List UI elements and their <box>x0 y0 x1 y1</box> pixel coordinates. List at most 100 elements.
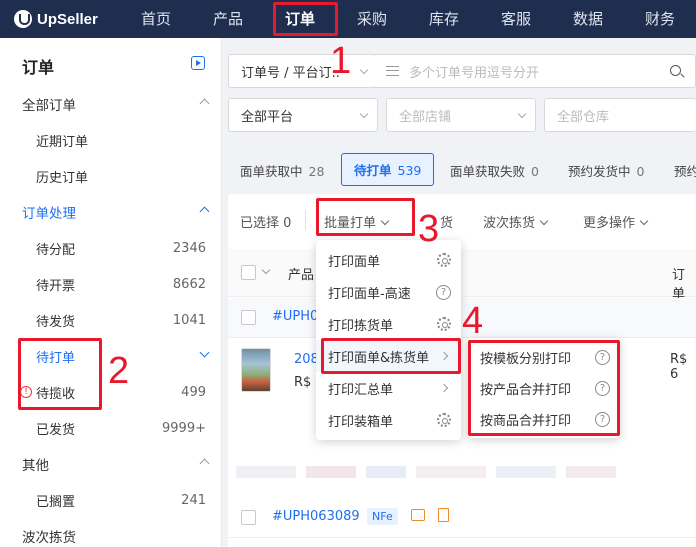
chevron-down-icon <box>517 109 527 119</box>
sidebar-item-label: 近期订单 <box>36 134 89 150</box>
tab-label: 预约 <box>674 164 696 179</box>
order-number-search-input[interactable]: 多个订单号用逗号分开 <box>374 54 696 88</box>
menu-item-print-label[interactable]: 打印面单 <box>316 244 461 276</box>
warehouse-select[interactable]: 全部仓库 <box>544 98 696 132</box>
annotation-box-4a <box>321 338 461 374</box>
sidebar-group-all-orders[interactable]: 全部订单 <box>0 86 222 122</box>
tab-label-fetching[interactable]: 面单获取中 28 <box>240 161 324 180</box>
order-number-type-select[interactable]: 订单号 / 平台订.. <box>228 54 378 88</box>
gear-icon[interactable] <box>437 317 451 331</box>
select-all-checkbox[interactable] <box>241 265 256 280</box>
nav-data[interactable]: 数据 <box>552 0 624 38</box>
annotation-box-1 <box>273 2 338 36</box>
menu-item-label: 打印面单-高速 <box>328 286 411 302</box>
annotation-box-4b <box>468 340 620 436</box>
menu-item-print-summary[interactable]: 打印汇总单 <box>316 372 461 404</box>
product-price: R$ <box>294 375 312 390</box>
tab-label: 面单获取失败 <box>450 164 526 179</box>
sidebar-item-count: 241 <box>181 492 206 508</box>
tab-count: 0 <box>636 164 645 179</box>
nfe-badge: NFe <box>367 508 398 525</box>
select-value: 全部平台 <box>241 109 294 125</box>
chevron-down-icon <box>199 347 210 358</box>
tab-scheduled-shipping[interactable]: 预约发货中 0 <box>568 161 644 180</box>
multi-line-icon <box>386 66 399 76</box>
row-checkbox[interactable] <box>241 310 256 325</box>
menu-item-label: 打印装箱单 <box>328 414 394 430</box>
search-icon[interactable] <box>670 65 681 76</box>
tab-count: 28 <box>308 164 325 179</box>
brand-logo[interactable]: UpSeller <box>0 10 120 28</box>
sidebar-item-history-orders[interactable]: 历史订单 <box>0 158 222 194</box>
platform-select[interactable]: 全部平台 <box>228 98 378 132</box>
sidebar-item-count: 9999+ <box>162 420 206 436</box>
sidebar-item-label: 待开票 <box>36 278 76 294</box>
sidebar-group-other[interactable]: 其他 <box>0 446 222 482</box>
nav-purchase[interactable]: 采购 <box>336 0 408 38</box>
sidebar-item-on-hold[interactable]: 已搁置 241 <box>0 482 222 518</box>
main-content: 订单号 / 平台订.. 多个订单号用逗号分开 全部平台 全部店铺 全部仓库 面单… <box>228 38 696 547</box>
sidebar-item-shipped[interactable]: 已发货 9999+ <box>0 410 222 446</box>
sidebar-item-count: 499 <box>181 384 206 400</box>
sidebar-title: 订单 <box>22 58 55 77</box>
menu-item-print-pick-list[interactable]: 打印拣货单 <box>316 308 461 340</box>
order-number-link[interactable]: #UPH063089 <box>272 509 360 524</box>
tab-label-failed[interactable]: 面单获取失败 0 <box>450 161 539 180</box>
chevron-up-icon <box>199 206 210 217</box>
order-panel: 已选择 0 批量打单 货 波次拣货 更多操作 产品 订单 #UPH0 208 R… <box>228 194 696 547</box>
button-label: 波次拣货 <box>483 216 536 231</box>
menu-item-print-packing-list[interactable]: 打印装箱单 <box>316 404 461 436</box>
table-header: 产品 订单 <box>228 249 696 302</box>
select-placeholder: 全部仓库 <box>557 109 610 125</box>
sidebar-item-recent-orders[interactable]: 近期订单 <box>0 122 222 158</box>
sidebar-item-to-invoice[interactable]: 待开票 8662 <box>0 266 222 302</box>
select-placeholder: 全部店铺 <box>399 109 452 125</box>
search-placeholder: 多个订单号用逗号分开 <box>409 65 540 81</box>
gear-icon[interactable] <box>437 413 451 427</box>
sidebar-item-count: 2346 <box>172 240 206 256</box>
tab-label: 待打单 <box>354 163 392 178</box>
chevron-down-icon[interactable] <box>261 265 271 275</box>
nav-finance[interactable]: 财务 <box>624 0 696 38</box>
menu-item-print-label-fast[interactable]: 打印面单-高速 ? <box>316 276 461 308</box>
sidebar-collapse-icon[interactable] <box>191 56 205 70</box>
more-actions-button[interactable]: 更多操作 <box>583 212 649 231</box>
sidebar-item-label: 订单处理 <box>22 206 76 222</box>
sidebar-item-to-ship[interactable]: 待发货 1041 <box>0 302 222 338</box>
chevron-down-icon <box>359 109 369 119</box>
tab-count: 0 <box>531 164 539 179</box>
table-row: #UPH063089 NFe <box>228 498 696 538</box>
note-icon[interactable] <box>438 508 449 522</box>
nav-products[interactable]: 产品 <box>192 0 264 38</box>
redacted-row <box>236 462 696 482</box>
sidebar-group-order-processing[interactable]: 订单处理 <box>0 194 222 230</box>
message-icon[interactable] <box>411 509 425 521</box>
sidebar-item-label: 已搁置 <box>36 494 76 510</box>
sidebar-item-to-assign[interactable]: 待分配 2346 <box>0 230 222 266</box>
order-number-link[interactable]: #UPH0 <box>272 309 318 324</box>
sidebar-item-label: 波次拣货 <box>22 530 76 546</box>
sidebar-item-label: 其他 <box>22 458 49 474</box>
help-icon[interactable]: ? <box>436 284 451 300</box>
brand-name: UpSeller <box>37 10 98 28</box>
tab-scheduled-more[interactable]: 预约 <box>674 161 696 180</box>
store-select[interactable]: 全部店铺 <box>386 98 536 132</box>
ship-button[interactable]: 货 <box>440 212 453 231</box>
nav-home[interactable]: 首页 <box>120 0 192 38</box>
nav-customer-service[interactable]: 客服 <box>480 0 552 38</box>
tab-to-print[interactable]: 待打单 539 <box>341 153 435 186</box>
row-checkbox[interactable] <box>241 510 256 525</box>
wave-pick-button[interactable]: 波次拣货 <box>483 212 549 231</box>
sidebar-item-label: 历史订单 <box>36 170 89 186</box>
gear-icon[interactable] <box>437 253 451 267</box>
column-header-order: 订单 <box>672 268 686 302</box>
sidebar-group-wave-picking[interactable]: 波次拣货 <box>0 518 222 547</box>
nav-inventory[interactable]: 库存 <box>408 0 480 38</box>
top-nav: UpSeller 首页 产品 订单 采购 库存 客服 数据 财务 <box>0 0 696 38</box>
chevron-up-icon <box>199 458 210 469</box>
select-value: 订单号 / 平台订.. <box>241 65 340 81</box>
annotation-box-3 <box>316 198 415 236</box>
menu-item-label: 打印汇总单 <box>328 382 394 398</box>
menu-item-label: 打印面单 <box>328 254 381 270</box>
tab-label: 面单获取中 <box>240 164 303 179</box>
